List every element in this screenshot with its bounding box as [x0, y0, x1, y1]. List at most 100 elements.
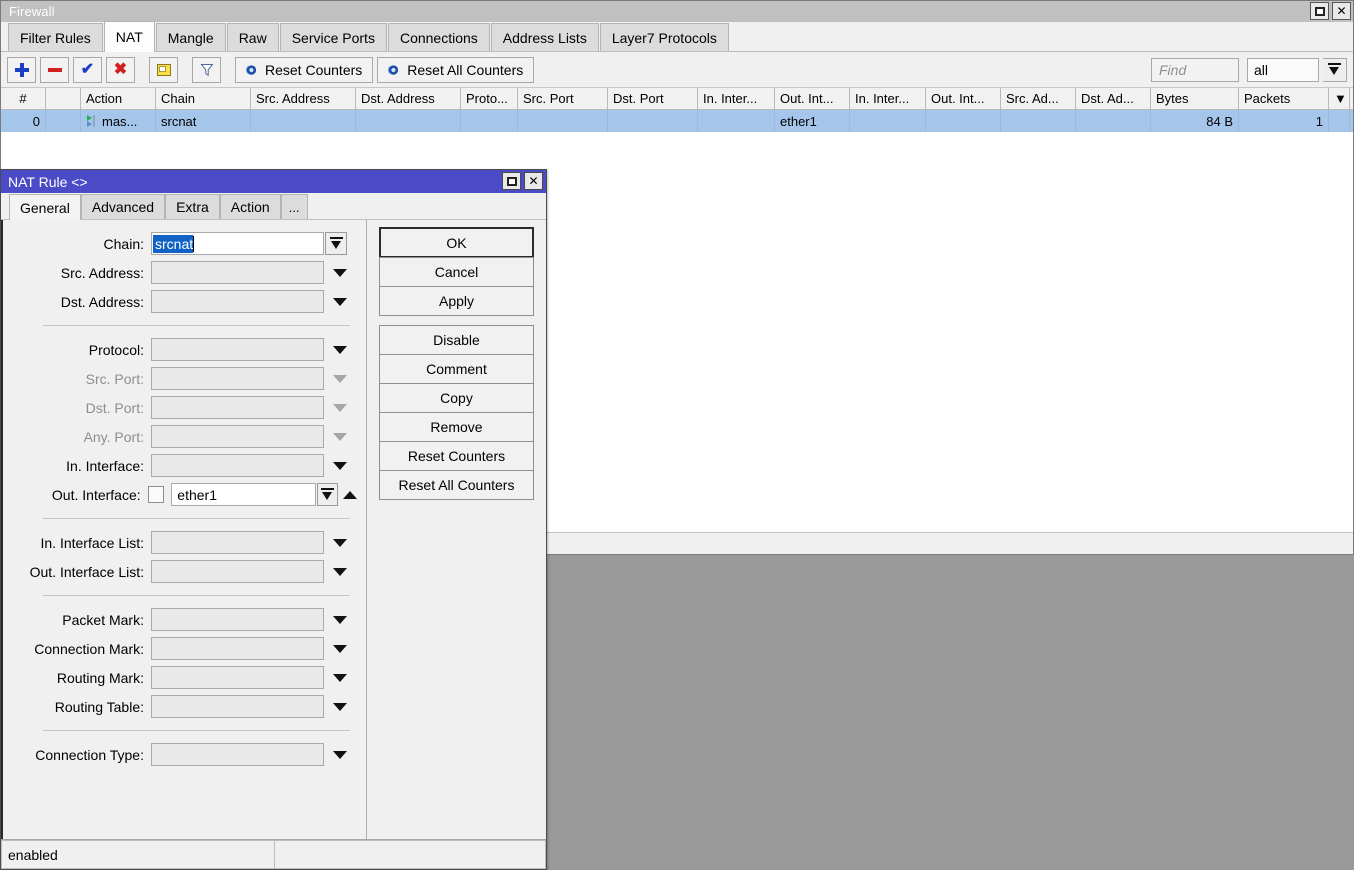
tab-mangle[interactable]: Mangle	[156, 23, 226, 51]
table-row[interactable]: 0mas...srcnatether184 B1	[1, 110, 1353, 132]
table-cell	[251, 110, 356, 132]
field-row-routing-table: Routing Table:	[3, 692, 366, 721]
column-header[interactable]: Dst. Ad...	[1076, 88, 1151, 109]
packet-mark-dropdown-button[interactable]	[329, 608, 351, 631]
column-header[interactable]: ▼	[1329, 88, 1350, 109]
tab-connections[interactable]: Connections	[388, 23, 490, 51]
reset-all-counters-icon	[385, 63, 400, 77]
ok-button[interactable]: OK	[379, 227, 534, 258]
connection-mark-input[interactable]	[151, 637, 324, 660]
column-header[interactable]: Src. Port	[518, 88, 608, 109]
src-address-dropdown-button[interactable]	[329, 261, 351, 284]
column-header[interactable]: #	[1, 88, 46, 109]
dialog-tab-more[interactable]: ...	[281, 194, 308, 219]
comment-button[interactable]: Comment	[379, 354, 534, 384]
column-header[interactable]	[46, 88, 81, 109]
table-cell: 1	[1239, 110, 1329, 132]
out-interface-list-dropdown-button[interactable]	[329, 560, 351, 583]
remove-button[interactable]	[40, 57, 69, 83]
column-header[interactable]: Chain	[156, 88, 251, 109]
dst-address-input[interactable]	[151, 290, 324, 313]
find-input[interactable]: Find	[1151, 58, 1239, 82]
window-titlebar[interactable]: Firewall ✕	[1, 1, 1353, 22]
maximize-icon[interactable]	[1310, 2, 1329, 20]
column-header[interactable]: Dst. Address	[356, 88, 461, 109]
in-interface-list-input[interactable]	[151, 531, 324, 554]
table-cell	[518, 110, 608, 132]
cancel-button[interactable]: Cancel	[379, 257, 534, 287]
chain-dropdown-button[interactable]	[325, 232, 347, 255]
table-cell: mas...	[81, 110, 156, 132]
reset-counters-button[interactable]: Reset Counters	[235, 57, 373, 83]
tab-filter-rules[interactable]: Filter Rules	[8, 23, 103, 51]
connection-type-label: Connection Type:	[3, 747, 151, 763]
column-header[interactable]: Action	[81, 88, 156, 109]
dialog-tab-advanced[interactable]: Advanced	[81, 194, 165, 219]
column-header[interactable]: Bytes	[1151, 88, 1239, 109]
filter-button[interactable]	[192, 57, 221, 83]
connection-type-dropdown-button[interactable]	[329, 743, 351, 766]
column-header[interactable]: Out. Int...	[775, 88, 850, 109]
column-header[interactable]: Dst. Port	[608, 88, 698, 109]
tab-service-ports[interactable]: Service Ports	[280, 23, 387, 51]
chevron-down-icon	[321, 488, 334, 502]
reset-all-counters-button[interactable]: Reset All Counters	[377, 57, 534, 83]
column-header[interactable]: Src. Ad...	[1001, 88, 1076, 109]
disable-button[interactable]: ✖	[106, 57, 135, 83]
dst-address-dropdown-button[interactable]	[329, 290, 351, 313]
connection-mark-dropdown-button[interactable]	[329, 637, 351, 660]
dialog-tab-extra[interactable]: Extra	[165, 194, 220, 219]
dialog-tab-action[interactable]: Action	[220, 194, 281, 219]
column-header[interactable]: Src. Address	[251, 88, 356, 109]
routing-mark-input[interactable]	[151, 666, 324, 689]
reset-all-counters-button[interactable]: Reset All Counters	[379, 470, 534, 500]
dialog-maximize-icon[interactable]	[502, 172, 521, 190]
chain-input[interactable]: srcnat	[151, 232, 324, 255]
dialog-form-pane: Chain: srcnat Src. Address: Dst. Address…	[1, 220, 367, 839]
routing-mark-dropdown-button[interactable]	[329, 666, 351, 689]
disable-button[interactable]: Disable	[379, 325, 534, 355]
close-icon[interactable]: ✕	[1332, 2, 1351, 20]
dialog-tab-general[interactable]: General	[9, 194, 81, 220]
field-row-packet-mark: Packet Mark:	[3, 605, 366, 634]
src-address-input[interactable]	[151, 261, 324, 284]
in-interface-dropdown-button[interactable]	[329, 454, 351, 477]
connection-type-input[interactable]	[151, 743, 324, 766]
in-interface-input[interactable]	[151, 454, 324, 477]
tab-raw[interactable]: Raw	[227, 23, 279, 51]
add-button[interactable]	[7, 57, 36, 83]
dialog-titlebar[interactable]: NAT Rule <> ✕	[1, 170, 546, 193]
in-interface-list-dropdown-button[interactable]	[329, 531, 351, 554]
out-interface-collapse-button[interactable]	[341, 483, 359, 506]
column-header[interactable]: In. Inter...	[850, 88, 926, 109]
routing-table-dropdown-button[interactable]	[329, 695, 351, 718]
apply-button[interactable]: Apply	[379, 286, 534, 316]
comment-button[interactable]	[149, 57, 178, 83]
packet-mark-input[interactable]	[151, 608, 324, 631]
tab-layer7-protocols[interactable]: Layer7 Protocols	[600, 23, 729, 51]
remove-button[interactable]: Remove	[379, 412, 534, 442]
out-interface-list-input[interactable]	[151, 560, 324, 583]
copy-button[interactable]: Copy	[379, 383, 534, 413]
routing-table-input[interactable]	[151, 695, 324, 718]
field-row-dst-port: Dst. Port:	[3, 393, 366, 422]
out-interface-negate-checkbox[interactable]	[148, 486, 165, 503]
dialog-close-icon[interactable]: ✕	[524, 172, 543, 190]
tab-nat[interactable]: NAT	[104, 21, 155, 52]
protocol-dropdown-button[interactable]	[329, 338, 351, 361]
column-header[interactable]: Proto...	[461, 88, 518, 109]
protocol-input[interactable]	[151, 338, 324, 361]
field-row-routing-mark: Routing Mark:	[3, 663, 366, 692]
tab-address-lists[interactable]: Address Lists	[491, 23, 599, 51]
reset-counters-button[interactable]: Reset Counters	[379, 441, 534, 471]
column-header[interactable]: Out. Int...	[926, 88, 1001, 109]
enable-button[interactable]: ✔	[73, 57, 102, 83]
column-header[interactable]: In. Inter...	[698, 88, 775, 109]
column-header[interactable]: Packets	[1239, 88, 1329, 109]
out-interface-input[interactable]: ether1	[171, 483, 316, 506]
out-interface-dropdown-button[interactable]	[317, 483, 339, 506]
table-header-row: # ActionChainSrc. AddressDst. AddressProt…	[1, 88, 1353, 110]
scope-select-value[interactable]: all	[1247, 58, 1319, 82]
scope-dropdown-button[interactable]	[1323, 58, 1347, 82]
divider	[43, 325, 350, 326]
